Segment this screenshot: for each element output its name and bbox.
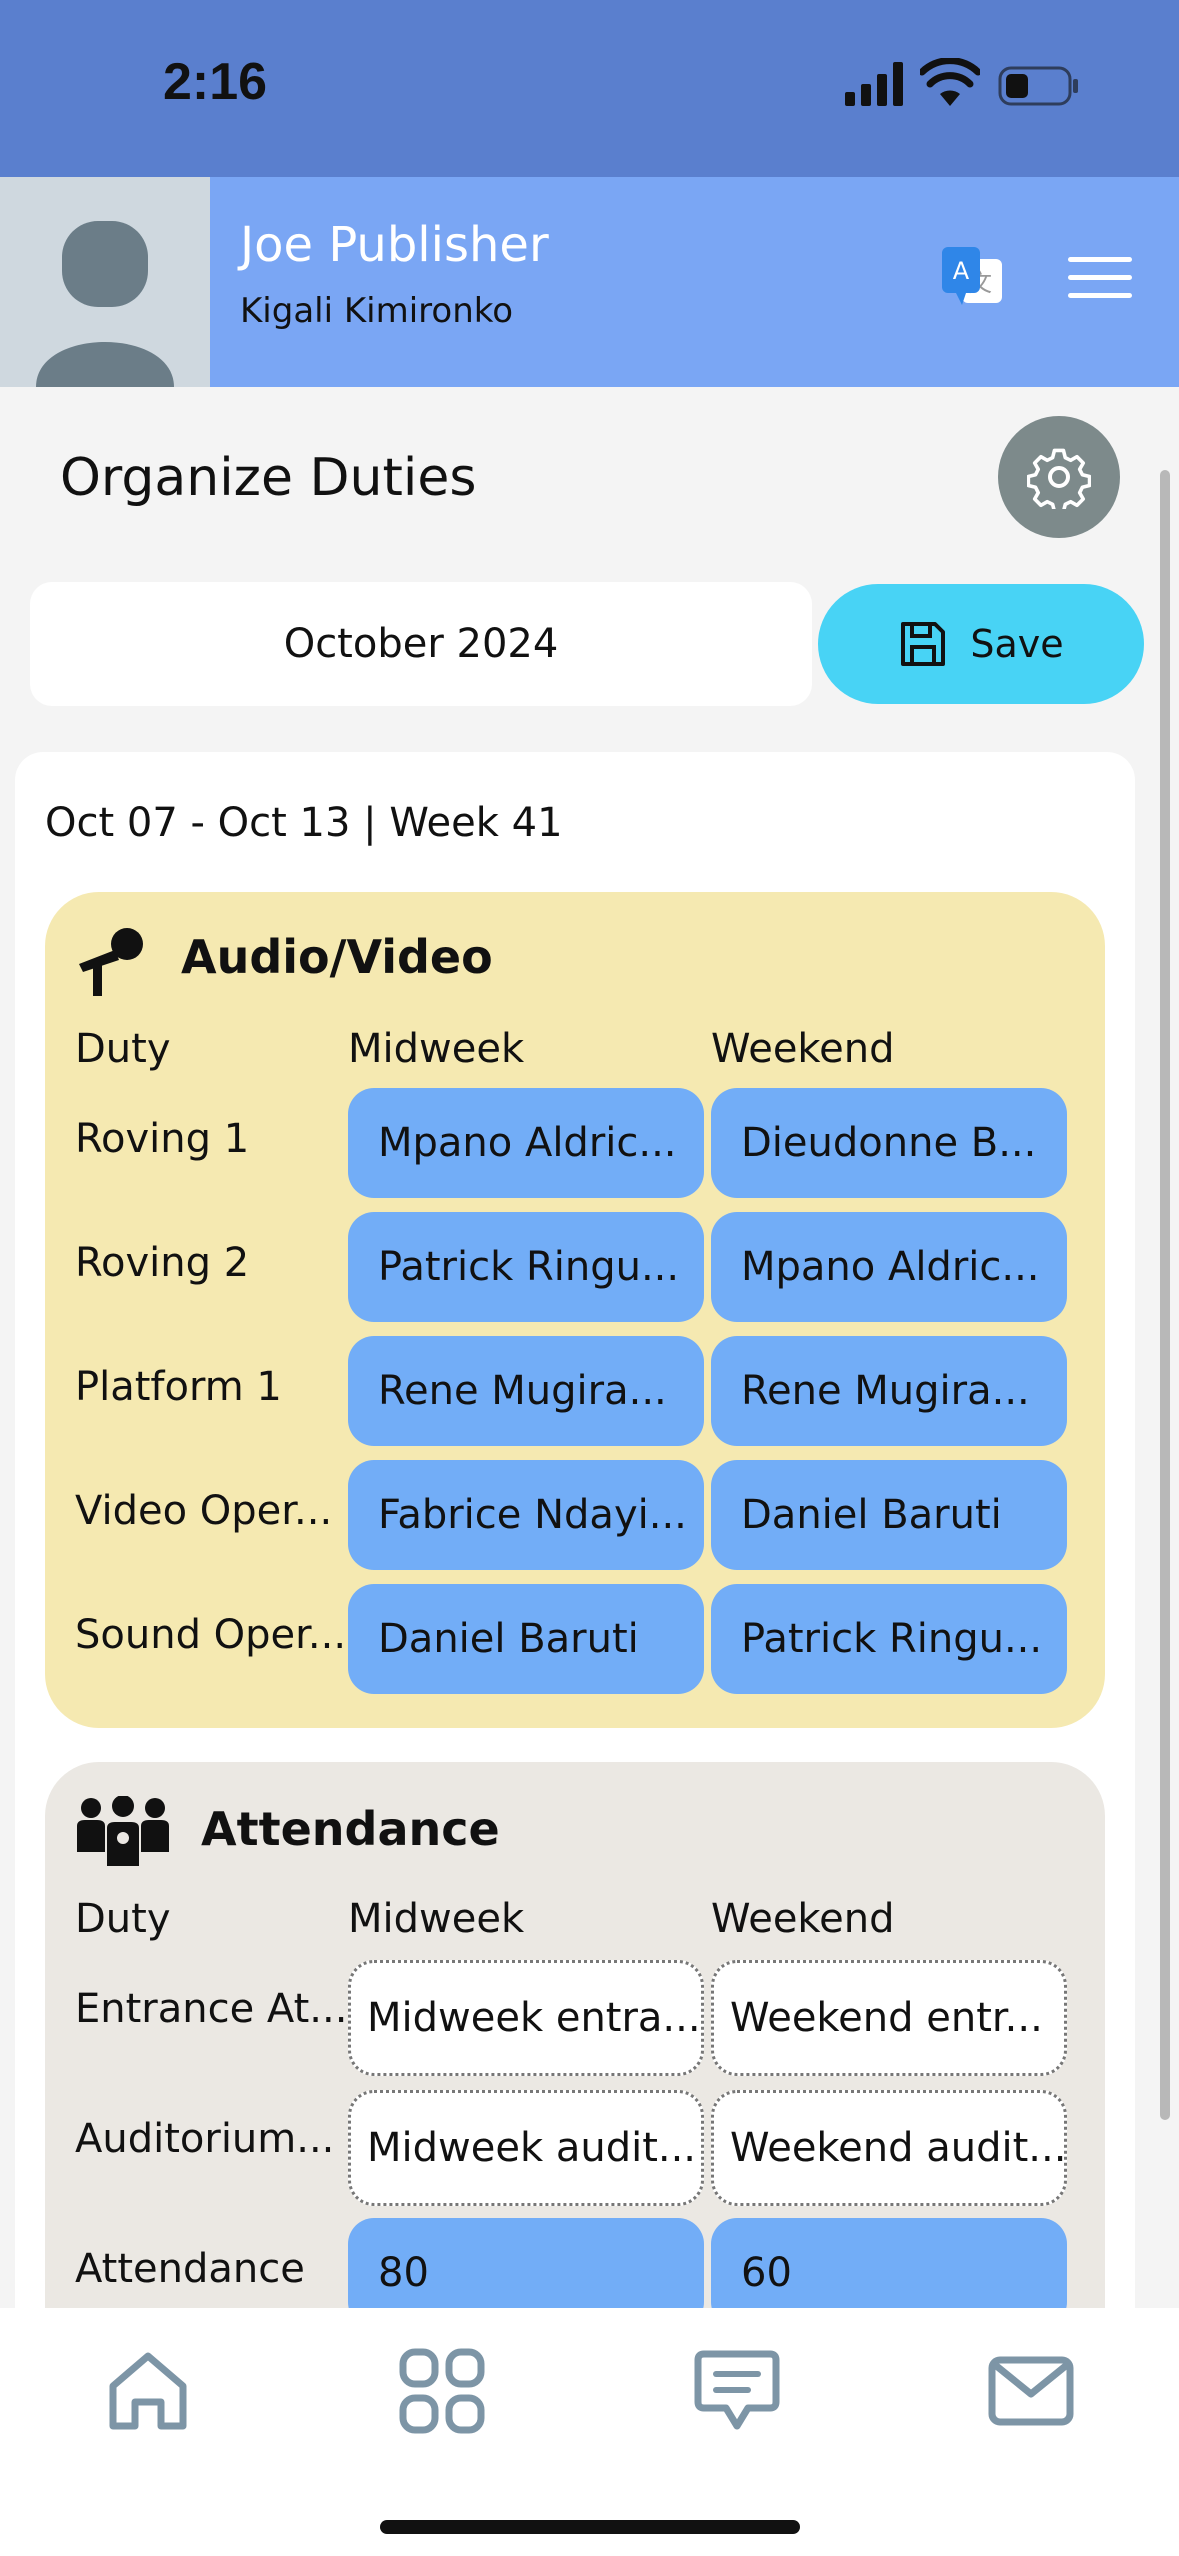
group-of-people-icon [77,1796,169,1866]
hamburger-menu-icon[interactable] [1068,257,1132,301]
battery-icon [998,66,1078,106]
cellular-signal-icon [845,62,903,106]
assignment-cell-weekend[interactable]: Mpano Aldric... [711,1212,1067,1322]
assignment-cell-midweek[interactable]: Mpano Aldric... [348,1088,704,1198]
weekend-entrance-input[interactable]: Weekend entr... [711,1960,1067,2076]
assignment-cell-weekend[interactable]: Patrick Ringu... [711,1584,1067,1694]
weekend-auditorium-input[interactable]: Weekend audit... [711,2090,1067,2206]
save-button-label: Save [970,622,1064,666]
translate-icon[interactable]: 文 A [940,245,1006,311]
bottom-navigation [0,2308,1179,2556]
home-icon[interactable] [103,2346,193,2436]
month-selector[interactable]: October 2024 [30,582,812,706]
duty-label: Video Oper... [75,1488,333,1534]
column-header-weekend: Weekend [711,1896,895,1942]
assignment-cell-midweek[interactable]: Rene Mugira... [348,1336,704,1446]
duty-label: Platform 1 [75,1364,282,1410]
duty-label: Roving 1 [75,1116,250,1162]
status-bar: 2:16 [0,0,1179,177]
column-header-weekend: Weekend [711,1026,895,1072]
duty-label: Sound Oper... [75,1612,345,1658]
wifi-icon [920,58,980,106]
section-title-attendance: Attendance [201,1802,500,1856]
gear-icon [1027,448,1091,509]
week-label: Oct 07 - Oct 13 | Week 41 [45,800,563,846]
assignment-cell-weekend[interactable]: Rene Mugira... [711,1336,1067,1446]
user-name: Joe Publisher [240,217,549,273]
congregation-name: Kigali Kimironko [240,291,514,331]
duty-label: Attendance [75,2246,305,2292]
floppy-disk-icon [901,622,946,666]
grid-icon[interactable] [397,2346,487,2436]
home-indicator [380,2520,800,2534]
assignment-cell-weekend[interactable]: Daniel Baruti [711,1460,1067,1570]
duty-label: Entrance At... [75,1986,345,2032]
duty-label: Auditorium... [75,2116,335,2162]
settings-button[interactable] [998,416,1120,538]
chat-icon[interactable] [692,2346,782,2436]
duty-label: Roving 2 [75,1240,250,1286]
assignment-cell-midweek[interactable]: Fabrice Ndayi... [348,1460,704,1570]
save-button[interactable]: Save [818,584,1144,704]
assignment-cell-midweek[interactable]: Daniel Baruti [348,1584,704,1694]
microphone-icon [79,928,143,996]
midweek-entrance-input[interactable]: Midweek entra... [348,1960,704,2076]
column-header-duty: Duty [75,1026,171,1072]
audio-video-section: Audio/Video Duty Midweek Weekend Roving … [45,892,1105,1728]
app-header: Joe Publisher Kigali Kimironko 文 A [0,177,1179,387]
status-time: 2:16 [163,53,268,111]
avatar[interactable] [0,177,210,387]
assignment-cell-weekend[interactable]: Dieudonne B... [711,1088,1067,1198]
section-title-audio-video: Audio/Video [181,930,493,984]
column-header-duty: Duty [75,1896,171,1942]
assignment-cell-midweek[interactable]: Patrick Ringu... [348,1212,704,1322]
mail-icon[interactable] [986,2346,1076,2436]
page-title: Organize Duties [60,448,477,508]
column-header-midweek: Midweek [348,1026,525,1072]
column-header-midweek: Midweek [348,1896,525,1942]
svg-text:A: A [953,257,970,285]
month-selector-value: October 2024 [283,621,559,667]
scrollbar[interactable] [1160,470,1170,2120]
user-silhouette-icon [36,221,174,387]
midweek-auditorium-input[interactable]: Midweek audit... [348,2090,704,2206]
